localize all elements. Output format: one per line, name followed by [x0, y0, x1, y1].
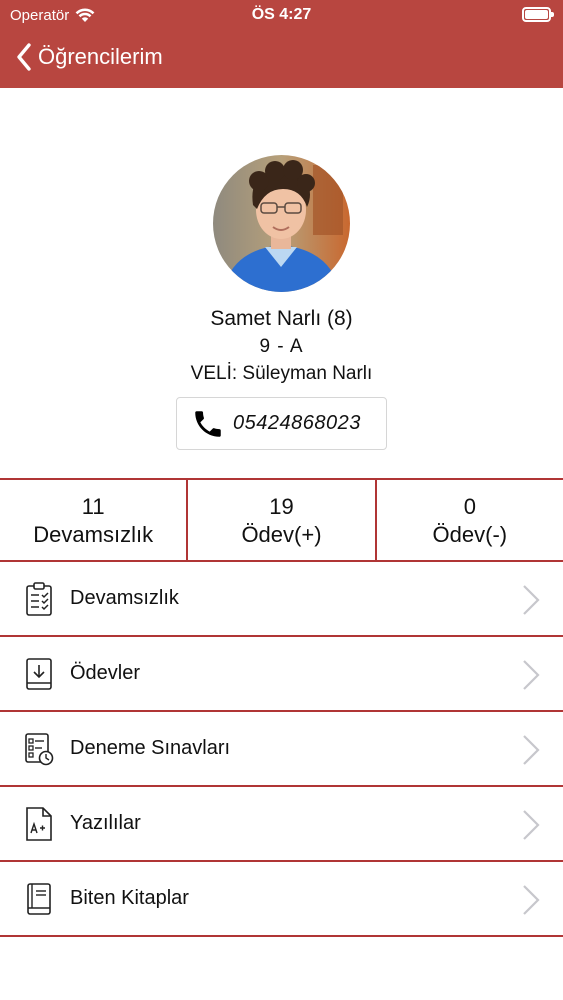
book-icon	[27, 883, 51, 915]
phone-icon	[195, 410, 221, 437]
call-parent-button[interactable]: 05424868023	[176, 397, 387, 450]
battery-icon	[522, 7, 554, 22]
chevron-right-icon	[523, 735, 540, 765]
chevron-right-icon	[523, 885, 540, 915]
app-header: Operatör ÖS 4:27 Öğrencilerim	[0, 0, 563, 88]
stats-bar: 11 Devamsızlık 19 Ödev(+) 0 Ödev(-)	[0, 478, 563, 562]
student-name: Samet Narlı (8)	[210, 307, 353, 330]
menu-item-written-exams[interactable]: Yazılılar	[0, 787, 563, 862]
phone-number: 05424868023	[233, 412, 361, 434]
stat-label: Devamsızlık	[33, 522, 154, 547]
menu-item-label: Devamsızlık	[70, 587, 179, 609]
exam-list-timer-icon	[25, 733, 54, 766]
menu-item-finished-books[interactable]: Biten Kitaplar	[0, 862, 563, 937]
student-avatar	[213, 155, 350, 292]
stat-absence[interactable]: 11 Devamsızlık	[0, 480, 186, 560]
stat-homework-minus[interactable]: 0 Ödev(-)	[374, 480, 563, 560]
chevron-right-icon	[523, 810, 540, 840]
menu-item-label: Biten Kitaplar	[70, 887, 189, 909]
menu-item-label: Ödevler	[70, 662, 141, 684]
student-class: 9 - A	[259, 336, 304, 357]
back-button[interactable]: Öğrencilerim	[16, 40, 163, 74]
student-menu: Devamsızlık Ödevler Deneme Sınavları Yaz…	[0, 562, 563, 937]
menu-item-label: Yazılılar	[70, 812, 141, 834]
status-bar: Operatör ÖS 4:27	[0, 0, 563, 32]
back-button-label: Öğrencilerim	[38, 44, 163, 69]
menu-item-label: Deneme Sınavları	[70, 737, 231, 759]
book-download-icon	[26, 658, 52, 690]
stat-value: 0	[463, 494, 476, 519]
parent-name: VELİ: Süleyman Narlı	[190, 363, 373, 384]
stat-homework-plus[interactable]: 19 Ödev(+)	[186, 480, 374, 560]
stat-value: 11	[81, 494, 105, 519]
stat-label: Ödev(-)	[432, 522, 508, 547]
menu-item-practice-exams[interactable]: Deneme Sınavları	[0, 712, 563, 787]
stat-label: Ödev(+)	[241, 522, 322, 547]
chevron-right-icon	[523, 585, 540, 615]
status-time: ÖS 4:27	[251, 6, 312, 23]
menu-item-attendance[interactable]: Devamsızlık	[0, 562, 563, 637]
document-grade-icon	[26, 807, 52, 841]
chevron-left-icon	[17, 43, 31, 71]
chevron-right-icon	[523, 660, 540, 690]
clipboard-checklist-icon	[26, 582, 52, 616]
menu-item-homework[interactable]: Ödevler	[0, 637, 563, 712]
stat-value: 19	[269, 494, 294, 519]
student-profile: Samet Narlı (8) 9 - A VELİ: Süleyman Nar…	[0, 88, 563, 478]
